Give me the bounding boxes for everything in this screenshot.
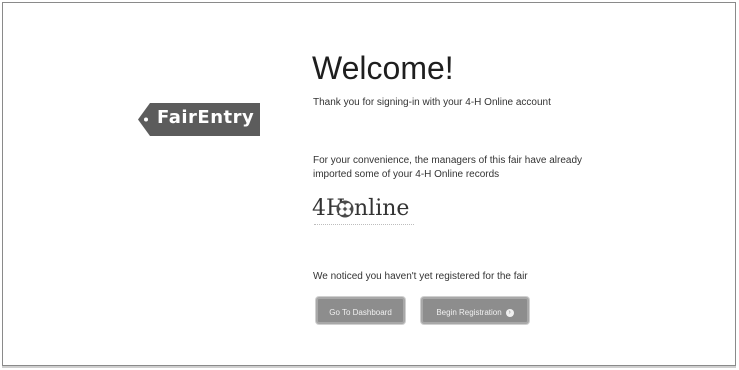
registration-notice: We noticed you haven't yet registered fo…: [313, 271, 528, 282]
go-to-dashboard-label: Go To Dashboard: [329, 308, 392, 317]
fairentry-logo: FairEntry: [138, 103, 260, 136]
thanks-message: Thank you for signing-in with your 4-H O…: [313, 97, 551, 108]
page-title: Welcome!: [312, 50, 454, 86]
convenience-line-2: imported some of your 4-H Online records: [313, 169, 500, 180]
4h-online-logo: 4H nline: [312, 196, 422, 230]
arrow-right-circle-icon: ›: [505, 308, 514, 317]
begin-registration-button[interactable]: Begin Registration ›: [421, 297, 529, 324]
logo-text: FairEntry: [157, 107, 255, 128]
4h-online-logo-suffix: nline: [354, 196, 410, 221]
convenience-line-1: For your convenience, the managers of th…: [313, 155, 583, 166]
bottom-divider: [2, 366, 736, 368]
clover-icon: [336, 200, 354, 218]
logo-tagline-rule: [314, 224, 414, 226]
go-to-dashboard-button[interactable]: Go To Dashboard: [316, 297, 405, 324]
begin-registration-label: Begin Registration: [436, 308, 502, 317]
